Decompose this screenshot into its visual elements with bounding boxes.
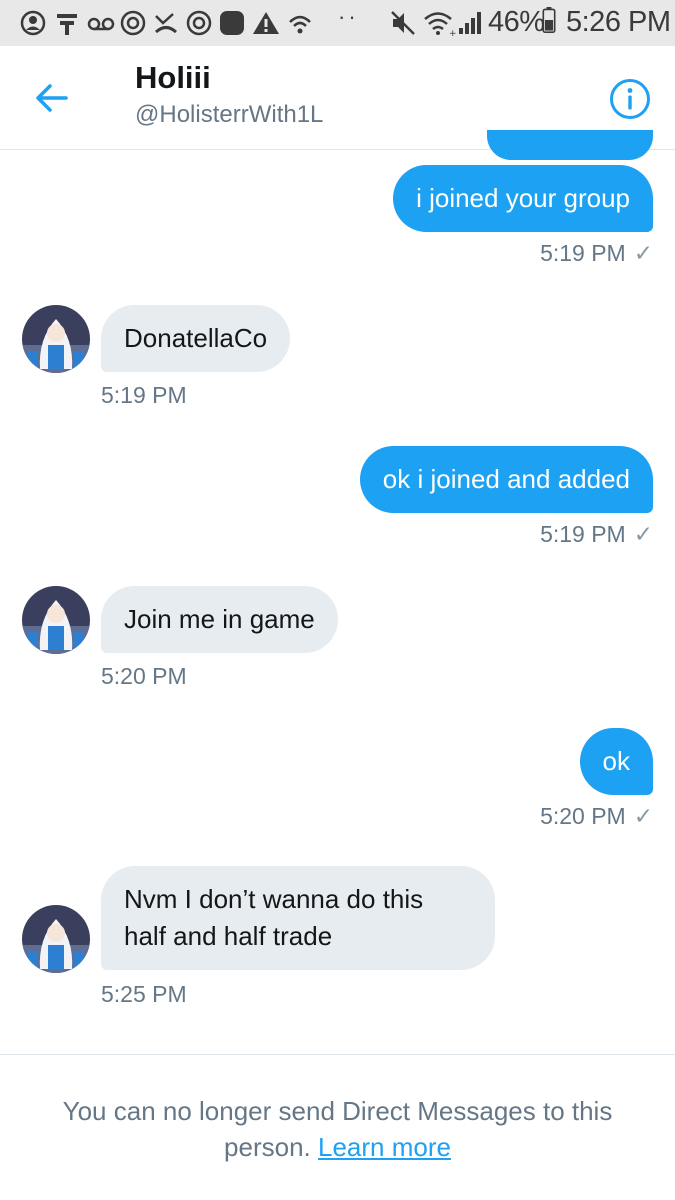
signal-icon	[459, 12, 481, 34]
battery-percent: 46%	[488, 6, 545, 38]
status-time: 5:26 PM	[566, 6, 671, 38]
dm-disabled-notice: You can no longer send Direct Messages t…	[40, 1093, 635, 1165]
voicemail-icon	[87, 17, 115, 31]
message-timestamp: 5:20 PM ✓	[540, 803, 653, 829]
message-line: half and half trade	[124, 921, 333, 951]
battery-icon	[542, 7, 556, 33]
svg-text:+: +	[449, 29, 457, 36]
back-arrow-icon[interactable]	[32, 78, 72, 118]
contact-avatar[interactable]	[22, 905, 90, 973]
more-notifications-icon: ··	[338, 4, 359, 29]
app-notification-icon	[220, 11, 244, 35]
footer-divider	[0, 1054, 675, 1055]
message-bubble-incoming[interactable]: Join me in game	[101, 586, 338, 653]
warning-icon	[253, 12, 279, 34]
message-bubble-outgoing[interactable]: ok	[579, 728, 653, 795]
message-bubble-outgoing[interactable]: ok i joined and added	[359, 446, 653, 513]
message-bubble-incoming[interactable]: Nvm I don’t wanna do this half and half …	[101, 866, 495, 970]
sync-icon	[120, 10, 146, 36]
read-check-icon: ✓	[633, 803, 653, 829]
message-timestamp: 5:20 PM	[101, 663, 187, 689]
message-bubble-incoming[interactable]: DonatellaCo	[101, 305, 291, 372]
wifi-call-icon	[289, 15, 311, 34]
contact-name: Holiii	[135, 60, 211, 95]
contact-avatar[interactable]	[22, 586, 90, 654]
message-bubble-outgoing[interactable]: i joined your group	[393, 165, 653, 232]
message-bubble-partial	[487, 130, 653, 160]
message-timestamp: 5:19 PM ✓	[540, 521, 653, 547]
mute-icon	[391, 11, 415, 35]
message-line: Nvm I don’t wanna do this	[124, 884, 424, 914]
read-check-icon: ✓	[633, 521, 653, 547]
sync-icon-2	[186, 10, 212, 36]
read-check-icon: ✓	[633, 240, 653, 266]
missed-call-icon	[154, 13, 178, 34]
contact-handle: @HolisterrWith1L	[135, 101, 324, 128]
status-bar: ·· + 46% 5:26 PM	[0, 0, 675, 46]
wifi-icon: +	[424, 12, 457, 36]
account-circle-icon	[20, 10, 46, 36]
message-timestamp: 5:19 PM ✓	[540, 240, 653, 266]
usb-icon	[57, 14, 77, 35]
contact-avatar[interactable]	[22, 305, 90, 373]
message-timestamp: 5:19 PM	[101, 382, 187, 408]
message-timestamp: 5:25 PM	[101, 981, 187, 1007]
learn-more-link[interactable]: Learn more	[318, 1132, 451, 1162]
info-icon[interactable]	[609, 78, 651, 120]
